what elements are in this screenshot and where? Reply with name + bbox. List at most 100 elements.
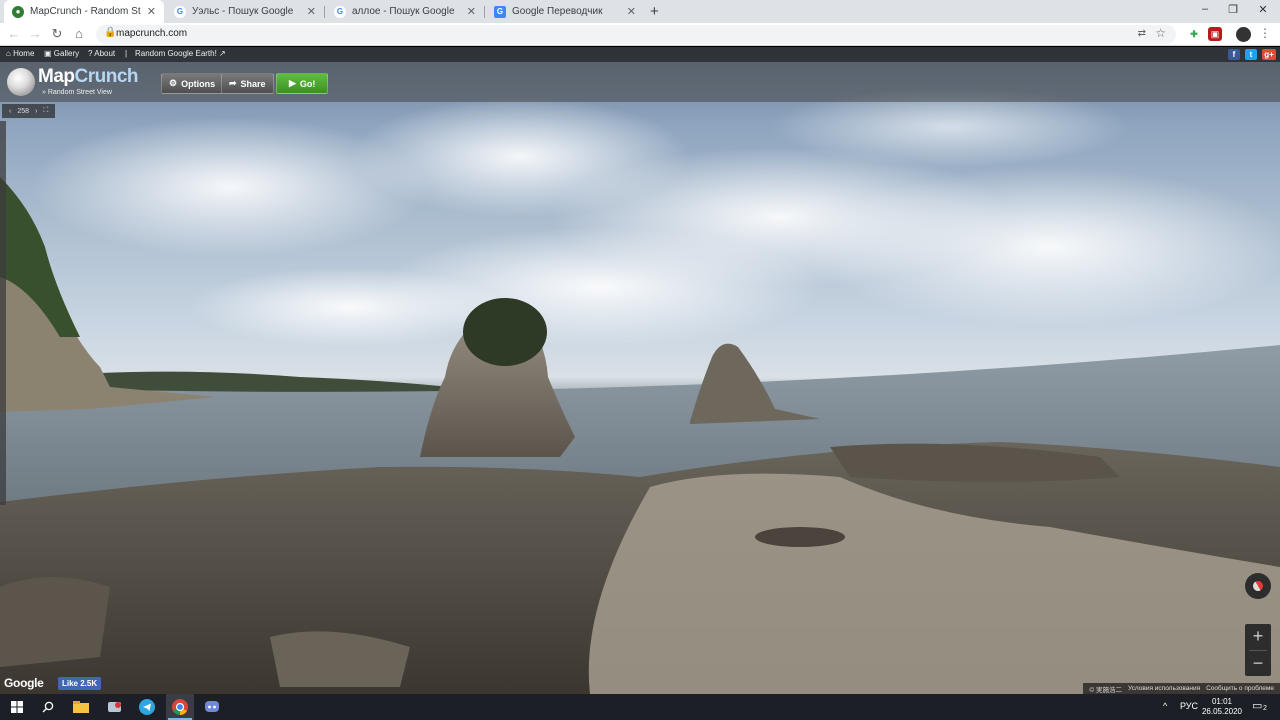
tab-google-translate[interactable]: G Google Переводчик ✕ bbox=[486, 0, 644, 23]
mapcrunch-globe-icon[interactable] bbox=[7, 68, 35, 96]
topbar-separator: | bbox=[125, 49, 128, 58]
logo-tagline: » Random Street View bbox=[42, 89, 112, 96]
zoom-control: + − bbox=[1245, 624, 1271, 676]
sea-stack-vegetation bbox=[463, 298, 547, 366]
report-problem-link[interactable]: Сообщить о проблеме bbox=[1206, 685, 1274, 692]
address-bar[interactable]: 🔒 mapcrunch.com ⇄ ☆ bbox=[96, 25, 1176, 44]
options-button[interactable]: ⚙ Options bbox=[161, 73, 224, 94]
street-view-panorama[interactable]: ⌂ Home ▣ Gallery ? About | Random Google… bbox=[0, 47, 1280, 694]
tab-close-icon[interactable]: ✕ bbox=[627, 5, 636, 18]
tray-overflow-chevron-icon[interactable]: ^ bbox=[1163, 701, 1167, 711]
streetview-footer: © 実施浩二 Условия использования Сообщить о … bbox=[1083, 683, 1280, 694]
go-button[interactable]: ▶ Go! bbox=[276, 73, 329, 94]
extension-badge-icon[interactable]: ▣ bbox=[1208, 27, 1222, 41]
twitter-icon[interactable]: t bbox=[1245, 49, 1257, 60]
notification-count: 2 bbox=[1263, 705, 1267, 712]
gallery-icon: ▣ bbox=[44, 49, 54, 58]
compass-needle-icon bbox=[1251, 579, 1265, 593]
browser-tab-strip: ● MapCrunch - Random Street View ✕ G Уэл… bbox=[0, 0, 1280, 23]
home-link[interactable]: ⌂ Home bbox=[6, 49, 34, 58]
google-favicon-icon: G bbox=[174, 5, 186, 18]
clock-date: 26.05.2020 bbox=[1201, 707, 1243, 716]
browser-toolbar: ← → ↻ ⌂ 🔒 mapcrunch.com ⇄ ☆ ✚ ▣ ⋮ bbox=[0, 23, 1280, 46]
bookmark-star-icon[interactable]: ☆ bbox=[1155, 26, 1166, 40]
view-counter: ‹ 258 › ⛶ bbox=[2, 104, 56, 118]
tab-google-search-alloe[interactable]: G аллое - Пошук Google ✕ bbox=[326, 0, 484, 23]
previous-location-button[interactable]: ‹ bbox=[9, 108, 11, 115]
restore-button[interactable]: ❐ bbox=[1220, 3, 1246, 16]
terms-of-use-link[interactable]: Условия использования bbox=[1128, 685, 1200, 692]
share-button[interactable]: ➦ Share bbox=[221, 73, 274, 94]
windows-start-icon[interactable] bbox=[8, 698, 26, 716]
system-clock[interactable]: 01:01 26.05.2020 bbox=[1200, 697, 1244, 717]
compass-control[interactable] bbox=[1245, 573, 1271, 599]
random-earth-label: Random Google Earth! bbox=[135, 49, 217, 58]
go-label: Go! bbox=[299, 78, 316, 89]
reload-button[interactable]: ↻ bbox=[48, 26, 66, 42]
facebook-icon[interactable]: f bbox=[1228, 49, 1240, 60]
tide-pool bbox=[755, 527, 845, 547]
back-button[interactable]: ← bbox=[5, 26, 23, 41]
gear-icon: ⚙ bbox=[169, 78, 178, 88]
mapcrunch-topbar: ⌂ Home ▣ Gallery ? About | Random Google… bbox=[0, 47, 1280, 62]
zoom-in-button[interactable]: + bbox=[1245, 624, 1271, 650]
file-explorer-icon[interactable] bbox=[72, 698, 90, 716]
external-link-icon: ↗ bbox=[216, 49, 226, 58]
tab-title: Уэльс - Пошук Google bbox=[192, 6, 294, 17]
tab-mapcrunch[interactable]: ● MapCrunch - Random Street View ✕ bbox=[4, 0, 164, 23]
translate-icon[interactable]: ⇄ bbox=[1138, 28, 1146, 39]
google-favicon-icon: G bbox=[334, 5, 346, 18]
random-earth-link[interactable]: Random Google Earth! ↗ bbox=[135, 49, 226, 58]
chrome-menu-icon[interactable]: ⋮ bbox=[1259, 26, 1271, 40]
next-location-button[interactable]: › bbox=[35, 108, 37, 115]
tab-divider bbox=[484, 6, 485, 18]
forward-button[interactable]: → bbox=[26, 26, 44, 41]
close-window-button[interactable]: ✕ bbox=[1250, 3, 1276, 16]
google-translate-favicon-icon: G bbox=[494, 5, 506, 18]
share-arrow-icon: ➦ bbox=[229, 78, 237, 88]
home-button[interactable]: ⌂ bbox=[70, 26, 88, 41]
tab-close-icon[interactable]: ✕ bbox=[307, 5, 316, 18]
tab-close-icon[interactable]: ✕ bbox=[467, 5, 476, 18]
tab-divider bbox=[324, 6, 325, 18]
googleplus-icon[interactable]: g+ bbox=[1262, 49, 1276, 60]
gallery-link[interactable]: ▣ Gallery bbox=[44, 49, 79, 58]
tab-title: Google Переводчик bbox=[512, 6, 603, 17]
new-tab-button[interactable]: + bbox=[650, 3, 659, 20]
url-text[interactable]: mapcrunch.com bbox=[116, 28, 187, 39]
google-logo: Google bbox=[4, 676, 44, 690]
clock-time: 01:01 bbox=[1211, 697, 1233, 706]
clouds bbox=[30, 87, 1280, 347]
tab-close-icon[interactable]: ✕ bbox=[147, 5, 156, 18]
fullscreen-icon[interactable]: ⛶ bbox=[43, 107, 48, 115]
boulder-left bbox=[0, 577, 110, 667]
discord-icon[interactable] bbox=[203, 698, 221, 716]
tab-title: MapCrunch - Random Street View bbox=[30, 6, 141, 17]
telegram-icon[interactable] bbox=[138, 698, 156, 716]
facebook-like-button[interactable]: Like 2.5K bbox=[58, 677, 102, 690]
profile-avatar[interactable] bbox=[1236, 27, 1251, 42]
mapcrunch-favicon-icon: ● bbox=[12, 5, 24, 18]
side-panel-handle[interactable] bbox=[0, 121, 6, 505]
lock-icon: 🔒 bbox=[104, 27, 117, 38]
tab-google-search-wales[interactable]: G Уэльс - Пошук Google ✕ bbox=[166, 0, 324, 23]
zoom-out-button[interactable]: − bbox=[1245, 651, 1271, 677]
mapcrunch-header: MapCrunch » Random Street View ⚙ Options … bbox=[0, 62, 1280, 102]
play-icon: ▶ bbox=[289, 78, 296, 88]
about-link[interactable]: ? About bbox=[88, 49, 115, 58]
tab-title: аллое - Пошук Google bbox=[352, 6, 455, 17]
home-icon: ⌂ bbox=[6, 49, 14, 58]
snipping-tool-icon[interactable] bbox=[106, 698, 124, 716]
mapcrunch-logo[interactable]: MapCrunch bbox=[38, 66, 138, 88]
panorama-scene bbox=[0, 87, 1280, 694]
gallery-link-label: Gallery bbox=[53, 49, 80, 58]
image-credit: © 実施浩二 bbox=[1089, 686, 1122, 694]
search-icon[interactable] bbox=[39, 698, 57, 716]
location-counter: 258 bbox=[17, 107, 30, 115]
extension-icon[interactable]: ✚ bbox=[1187, 27, 1201, 41]
chrome-icon[interactable] bbox=[171, 698, 189, 716]
options-label: Options bbox=[181, 78, 216, 89]
input-language-indicator[interactable]: РУС bbox=[1180, 701, 1198, 711]
minimize-button[interactable]: – bbox=[1192, 3, 1218, 15]
action-center-icon[interactable]: ▭ bbox=[1252, 699, 1262, 712]
